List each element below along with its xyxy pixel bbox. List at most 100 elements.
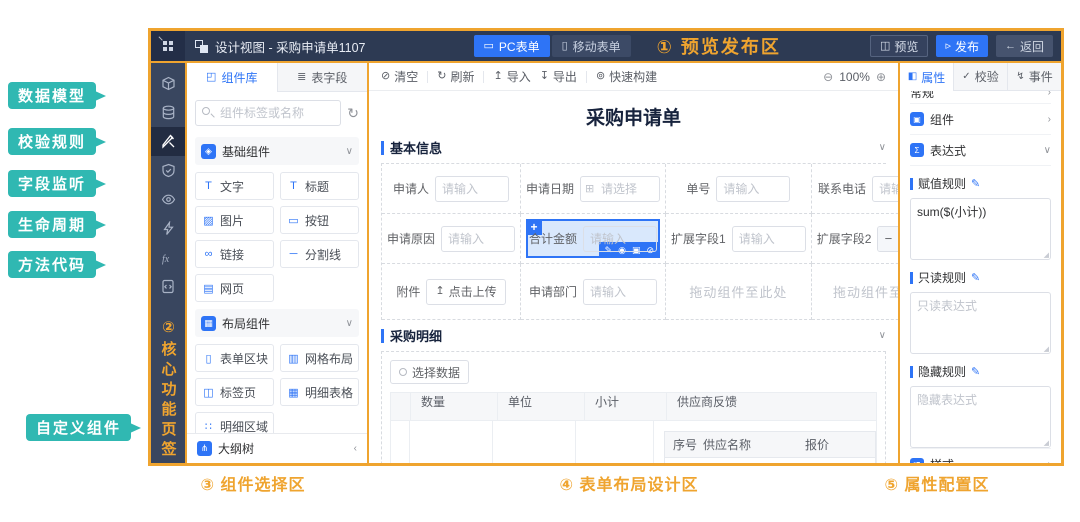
callout-field-watch: 字段监听 <box>8 170 96 197</box>
field-ext2[interactable]: 扩展字段2 − + <box>812 214 898 264</box>
import-button[interactable]: ↥ 导入 <box>493 68 530 85</box>
reason-input[interactable] <box>441 226 515 252</box>
field-department[interactable]: 申请部门 <box>521 264 666 320</box>
callout-data-model: 数据模型 <box>8 82 96 109</box>
chevron-right-icon: › <box>1048 114 1051 125</box>
field-apply-date[interactable]: 申请日期 ⊞ <box>521 164 666 214</box>
lifecycle-lightning-icon[interactable] <box>151 214 185 243</box>
outline-tree-icon: ⋔ <box>197 441 212 456</box>
link-icon: ∞ <box>202 248 215 260</box>
chevron-down-icon: ∨ <box>346 146 353 157</box>
component-search-input[interactable] <box>195 100 341 126</box>
stage: 数据模型 校验规则 字段监听 生命周期 方法代码 自定义组件 ③ 组件选择区 ④… <box>0 0 1080 522</box>
edit-icon[interactable]: ✎ <box>971 271 980 284</box>
component-item-title[interactable]: T 标题 <box>280 172 359 200</box>
column-header-unit: 单位 <box>498 393 585 420</box>
number-stepper: − + <box>877 226 898 252</box>
custom-component-doc-icon[interactable] <box>151 272 185 301</box>
component-item-divider[interactable]: ─ 分割线 <box>280 240 359 268</box>
component-item-grid-layout[interactable]: ▥ 网格布局 <box>280 344 359 372</box>
outline-tree-bar[interactable]: ⋔ 大纲树 ‹ <box>187 433 367 463</box>
component-item-button[interactable]: ▭ 按钮 <box>280 206 359 234</box>
method-code-fx-icon[interactable]: fx <box>151 243 185 272</box>
quick-build-button[interactable]: ⊚ 快速构建 <box>596 68 657 85</box>
readonly-rule-textarea[interactable]: 只读表达式 <box>910 292 1051 354</box>
select-data-button[interactable]: 选择数据 <box>390 360 469 384</box>
component-item-image[interactable]: ▨ 图片 <box>195 206 274 234</box>
component-item-detail-table[interactable]: ▦ 明细表格 <box>280 378 359 406</box>
export-icon: ↧ <box>540 71 549 82</box>
back-arrow-icon: ← <box>1005 41 1016 52</box>
hidden-rule-textarea[interactable]: 隐藏表达式 <box>910 386 1051 448</box>
component-library-panel: ◰ 组件库 ≣ 表字段 ↻ <box>187 63 369 463</box>
field-phone[interactable]: 联系电话 <box>812 164 898 214</box>
validation-rules-icon[interactable] <box>151 156 185 185</box>
row-expression[interactable]: Σ 表达式 ∨ <box>910 135 1051 166</box>
supplier-table: 序号 供应名称 报价 1 请选择 <box>664 431 876 463</box>
field-attachment[interactable]: 附件 ↥ 点击上传 <box>382 264 521 320</box>
component-item-tab-page[interactable]: ◫ 标签页 <box>195 378 274 406</box>
component-item-link[interactable]: ∞ 链接 <box>195 240 274 268</box>
basic-info-grid: 申请人 申请日期 ⊞ 单号 <box>381 163 886 320</box>
supplier-feedback-cell: 序号 供应名称 报价 1 请选择 <box>654 421 876 463</box>
form-canvas: ⊘ 清空 ↻ 刷新 ↥ 导入 ↧ 导出 ⊚ <box>369 63 900 463</box>
detail-section-header[interactable]: 采购明细 ∨ <box>381 326 886 345</box>
component-item-form-block[interactable]: ▯ 表单区块 <box>195 344 274 372</box>
ext1-input[interactable] <box>732 226 806 252</box>
clear-button[interactable]: ⊘ 清空 <box>381 68 418 85</box>
back-button[interactable]: ← 返回 <box>996 35 1053 57</box>
fields-tab-icon: ≣ <box>297 72 306 83</box>
row-style[interactable]: ◨ 样式 › <box>910 448 1051 463</box>
tab-attributes[interactable]: ◧ 属性 <box>900 63 953 91</box>
row-component[interactable]: ▣ 组件 › <box>910 104 1051 135</box>
applicant-input[interactable] <box>435 176 509 202</box>
export-button[interactable]: ↧ 导出 <box>540 68 577 85</box>
tab-table-fields[interactable]: ≣ 表字段 <box>277 63 368 92</box>
drop-zone[interactable]: 拖动组件至此处 <box>666 264 812 320</box>
stepper-minus-button[interactable]: − <box>878 227 898 251</box>
zoom-in-button[interactable]: ⊕ <box>876 70 886 84</box>
tab-mobile-form[interactable]: ▯ 移动表单 <box>552 35 631 57</box>
phone-input[interactable] <box>872 176 898 202</box>
assign-rule-textarea[interactable]: sum($(小计)) <box>910 198 1051 260</box>
drop-zone[interactable]: 拖动组件至此处 <box>812 264 898 320</box>
data-model-icon[interactable] <box>151 98 185 127</box>
tab-component-library[interactable]: ◰ 组件库 <box>187 63 277 92</box>
app-menu-button[interactable] <box>151 31 185 61</box>
chevron-left-icon: ‹ <box>354 443 357 454</box>
field-ext1[interactable]: 扩展字段1 <box>666 214 812 264</box>
components-cube-icon[interactable] <box>151 69 185 98</box>
upload-button[interactable]: ↥ 点击上传 <box>426 279 505 305</box>
component-item-webpage[interactable]: ▤ 网页 <box>195 274 274 302</box>
row-general-clipped[interactable]: 常规 › <box>910 91 1051 104</box>
titlebar: 设计视图 - 采购申请单1107 ▭ PC表单 ▯ 移动表单 ① 预览发布区 ◫… <box>151 31 1061 63</box>
edit-icon[interactable]: ✎ <box>971 365 980 378</box>
order-no-input[interactable] <box>716 176 790 202</box>
component-item-text[interactable]: T 文字 <box>195 172 274 200</box>
tab-pc-form[interactable]: ▭ PC表单 <box>474 35 550 57</box>
preview-button[interactable]: ◫ 预览 <box>870 35 928 57</box>
publish-button[interactable]: ▹ 发布 <box>936 35 988 57</box>
form-designer-icon[interactable] <box>151 127 185 156</box>
field-reason[interactable]: 申请原因 <box>382 214 521 264</box>
assign-rule-label: 赋值规则 ✎ <box>910 175 1051 192</box>
refresh-button[interactable]: ↻ 刷新 <box>437 68 474 85</box>
tab-events[interactable]: ↯ 事件 <box>1007 63 1061 91</box>
basic-info-section-header[interactable]: 基本信息 ∨ <box>381 138 886 157</box>
field-watch-eye-icon[interactable] <box>151 185 185 214</box>
department-input[interactable] <box>583 279 657 305</box>
section-basic-components[interactable]: ◈ 基础组件 ∨ <box>195 137 359 165</box>
field-applicant[interactable]: 申请人 <box>382 164 521 214</box>
refresh-icon[interactable]: ↻ <box>347 105 359 122</box>
pc-icon: ▭ <box>484 41 494 52</box>
tab-validation[interactable]: ✓ 校验 <box>953 63 1007 91</box>
detail-table-block: 选择数据 数量 单位 小计 供应商反馈 <box>381 351 886 463</box>
field-total-selected[interactable]: + ✎ ◉ ▣ ⊘ 合计金额 <box>521 214 666 264</box>
form-mode-tabs: ▭ PC表单 ▯ 移动表单 <box>474 35 631 57</box>
zoom-out-button[interactable]: ⊖ <box>823 70 833 84</box>
total-input[interactable] <box>583 226 657 252</box>
edit-icon[interactable]: ✎ <box>971 177 980 190</box>
section-layout-components[interactable]: ▦ 布局组件 ∨ <box>195 309 359 337</box>
component-item-detail-area[interactable]: ∷ 明细区域 <box>195 412 274 433</box>
field-order-no[interactable]: 单号 <box>666 164 812 214</box>
